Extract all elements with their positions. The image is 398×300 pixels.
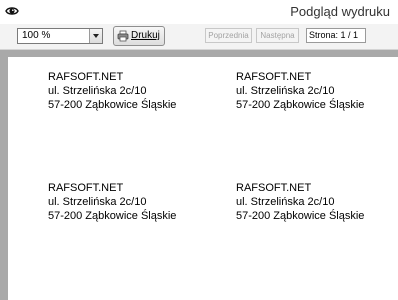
label-company: RAFSOFT.NET [48, 71, 124, 83]
title-bar: Podgląd wydruku [0, 0, 398, 24]
toolbar: 100 % Drukuj Poprzednia Następna Strona:… [0, 24, 398, 50]
printer-icon [117, 30, 129, 42]
print-button[interactable]: Drukuj [113, 26, 165, 46]
label-street: ul. Strzelińska 2c/10 [48, 196, 147, 208]
label-city: 57-200 Ząbkowice Śląskie [236, 99, 365, 111]
label-company: RAFSOFT.NET [48, 182, 124, 194]
label-street: ul. Strzelińska 2c/10 [48, 85, 147, 97]
address-label: RAFSOFT.NET ul. Strzelińska 2c/10 57-200… [48, 70, 176, 112]
preview-area[interactable]: RAFSOFT.NET ul. Strzelińska 2c/10 57-200… [0, 50, 398, 300]
window-title: Podgląd wydruku [290, 4, 390, 19]
chevron-down-icon[interactable] [89, 29, 102, 43]
label-street: ul. Strzelińska 2c/10 [236, 85, 335, 97]
preview-page: RAFSOFT.NET ul. Strzelińska 2c/10 57-200… [8, 57, 398, 300]
eye-icon[interactable] [5, 4, 19, 18]
label-city: 57-200 Ząbkowice Śląskie [48, 210, 177, 222]
zoom-select[interactable]: 100 % [17, 28, 103, 44]
label-company: RAFSOFT.NET [236, 71, 312, 83]
address-label: RAFSOFT.NET ul. Strzelińska 2c/10 57-200… [236, 181, 364, 223]
print-button-label: Drukuj [131, 30, 160, 41]
print-preview-window: Podgląd wydruku 100 % Drukuj Poprzednia … [0, 0, 398, 300]
zoom-value: 100 % [22, 30, 51, 41]
previous-page-button[interactable]: Poprzednia [205, 28, 252, 43]
label-city: 57-200 Ząbkowice Śląskie [236, 210, 365, 222]
label-company: RAFSOFT.NET [236, 182, 312, 194]
page-indicator: Strona: 1 / 1 [306, 28, 366, 43]
label-street: ul. Strzelińska 2c/10 [236, 196, 335, 208]
address-label: RAFSOFT.NET ul. Strzelińska 2c/10 57-200… [236, 70, 364, 112]
next-page-button[interactable]: Następna [256, 28, 299, 43]
address-label: RAFSOFT.NET ul. Strzelińska 2c/10 57-200… [48, 181, 176, 223]
label-city: 57-200 Ząbkowice Śląskie [48, 99, 177, 111]
